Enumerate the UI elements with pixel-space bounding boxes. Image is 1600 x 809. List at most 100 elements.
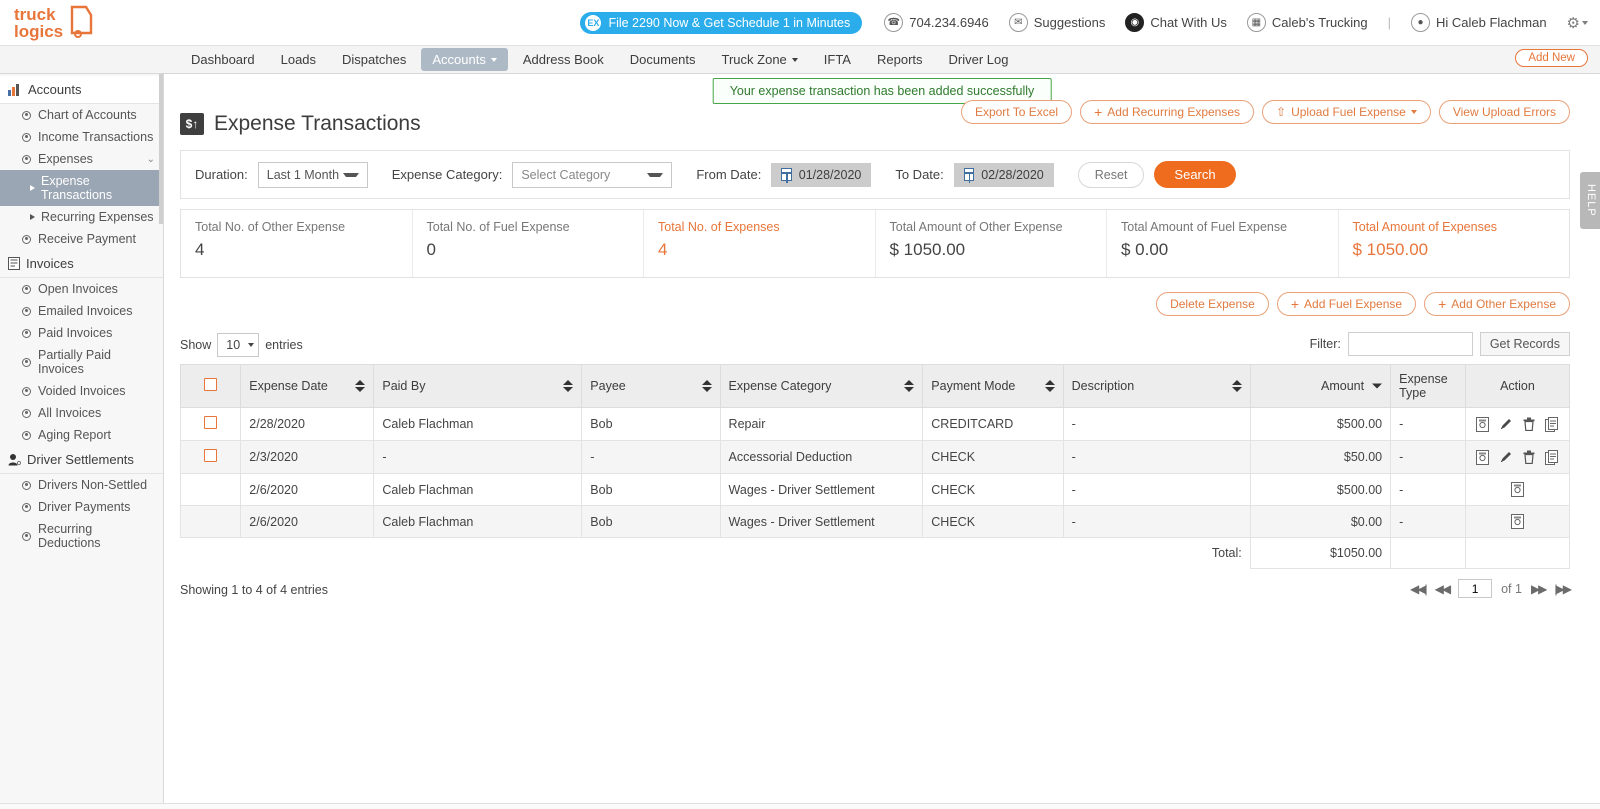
sidebar-item-expenses[interactable]: Expenses ⌄ [0,148,163,170]
from-date-input[interactable]: 01/28/2020 [771,162,872,187]
sidebar-item-expense-transactions[interactable]: Expense Transactions [0,170,163,206]
first-page-icon[interactable]: ◀◀| [1410,582,1428,596]
get-records-button[interactable]: Get Records [1479,332,1570,356]
prev-page-icon[interactable]: ◀◀ [1435,582,1452,596]
company-link[interactable]: ▦ Caleb's Trucking [1246,13,1368,32]
sidebar-item-income-transactions[interactable]: Income Transactions [0,126,163,148]
nav-item-dispatches[interactable]: Dispatches [331,48,417,71]
row-checkbox[interactable] [204,449,218,462]
sidebar-item-receive-payment[interactable]: Receive Payment [0,228,163,250]
sidebar-item-recurring-expenses[interactable]: Recurring Expenses [0,206,163,228]
suggestions-link[interactable]: ✉ Suggestions [1008,13,1105,32]
settings-menu[interactable]: ⚙ [1567,14,1588,32]
nav-item-reports[interactable]: Reports [866,48,934,71]
table-row[interactable]: 2/3/2020 - - Accessorial Deduction CHECK… [179,440,1571,474]
sidebar-group-driver-settlements[interactable]: Driver Settlements [0,446,163,474]
col-description[interactable]: Description [1062,364,1251,408]
sidebar-item-voided-invoices[interactable]: Voided Invoices [0,380,163,402]
export-to-excel-button[interactable]: Export To Excel [960,100,1073,124]
nav-item-loads[interactable]: Loads [270,48,327,71]
cell-expense-type: - [1390,407,1466,441]
next-page-icon[interactable]: ▶▶ [1531,582,1548,596]
receipt-icon[interactable] [1476,416,1490,432]
sidebar-item-label: All Invoices [38,406,102,420]
sidebar-item-emailed-invoices[interactable]: Emailed Invoices [0,300,163,322]
nav-item-driver-log[interactable]: Driver Log [938,48,1020,71]
last-page-icon[interactable]: |▶▶ [1554,582,1572,596]
add-new-button[interactable]: Add New [1515,49,1588,67]
help-tab[interactable]: HELP [1580,172,1600,229]
receipt-icon[interactable] [1476,449,1490,465]
sidebar-group-invoices[interactable]: Invoices [0,250,163,278]
sidebar-item-drivers-non-settled[interactable]: Drivers Non-Settled [0,474,163,496]
sidebar-item-driver-payments[interactable]: Driver Payments [0,496,163,518]
cell-payment-mode: CREDITCARD [922,407,1064,441]
col-expense-category[interactable]: Expense Category [719,364,924,408]
select-all-checkbox[interactable] [204,378,218,391]
add-fuel-expense-button[interactable]: + Add Fuel Expense [1276,292,1417,316]
bullet-icon [22,502,31,512]
table-body: 2/28/2020 Caleb Flachman Bob Repair CRED… [179,407,1571,569]
duration-select[interactable]: Last 1 Month [257,161,368,188]
sidebar-item-aging-report[interactable]: Aging Report [0,424,163,446]
nav-item-accounts[interactable]: Accounts [421,48,508,71]
col-amount[interactable]: Amount [1249,364,1392,408]
nav-item-truck-zone[interactable]: Truck Zone [711,48,809,71]
user-menu[interactable]: ● Hi Caleb Flachman [1411,13,1547,32]
row-select-cell[interactable] [179,440,242,474]
sidebar-item-all-invoices[interactable]: All Invoices [0,402,163,424]
calendar-icon [781,168,792,183]
copy-icon[interactable] [1545,416,1559,432]
nav-item-documents[interactable]: Documents [619,48,707,71]
chart-bar-icon [8,83,19,96]
view-upload-errors-button[interactable]: View Upload Errors [1438,100,1570,124]
nav-item-dashboard[interactable]: Dashboard [180,48,266,71]
brand-logo[interactable]: truck logics [12,3,132,43]
col-expense-date[interactable]: Expense Date [240,364,375,408]
edit-icon[interactable] [1499,450,1513,464]
delete-icon[interactable] [1523,417,1535,431]
page-number-input[interactable] [1458,579,1493,598]
row-checkbox[interactable] [204,416,218,429]
col-payment-mode[interactable]: Payment Mode [922,364,1064,408]
filter-input[interactable] [1347,332,1473,356]
col-select-all[interactable] [179,364,242,408]
row-select-cell [179,473,242,506]
copy-icon[interactable] [1545,449,1559,465]
sidebar-item-label: Drivers Non-Settled [38,478,148,492]
col-paid-by[interactable]: Paid By [373,364,583,408]
cell-description: - [1062,407,1251,441]
receipt-icon[interactable] [1510,514,1524,529]
nav-item-ifta[interactable]: IFTA [813,48,862,71]
sidebar-item-paid-invoices[interactable]: Paid Invoices [0,322,163,344]
sidebar-group-accounts[interactable]: Accounts [0,76,163,104]
receipt-icon[interactable] [1510,482,1524,497]
table-row[interactable]: 2/28/2020 Caleb Flachman Bob Repair CRED… [179,407,1571,441]
chat-link[interactable]: ◉ Chat With Us [1125,13,1227,32]
col-payee[interactable]: Payee [581,364,721,408]
table-row[interactable]: 2/6/2020 Caleb Flachman Bob Wages - Driv… [179,505,1571,538]
reset-button[interactable]: Reset [1077,161,1145,188]
file-2290-cta[interactable]: EX File 2290 Now & Get Schedule 1 in Min… [580,11,863,34]
cell-payee: - [581,440,721,474]
expense-category-select[interactable]: Select Category [512,161,673,188]
nav-item-address-book[interactable]: Address Book [512,48,615,71]
table-row[interactable]: 2/6/2020 Caleb Flachman Bob Wages - Driv… [179,473,1571,506]
to-date-input[interactable]: 02/28/2020 [953,162,1054,187]
company-name: Caleb's Trucking [1271,15,1368,30]
chevron-down-icon [1582,20,1588,25]
edit-icon[interactable] [1499,417,1513,431]
phone-link[interactable]: ☎ 704.234.6946 [884,13,989,32]
delete-icon[interactable] [1523,450,1535,464]
sidebar-item-partially-paid-invoices[interactable]: Partially Paid Invoices [0,344,163,380]
delete-expense-button[interactable]: Delete Expense [1156,292,1269,316]
search-button[interactable]: Search [1154,161,1236,188]
sidebar-item-chart-of-accounts[interactable]: Chart of Accounts [0,104,163,126]
entries-per-page-select[interactable]: 10 [217,333,260,357]
upload-fuel-expense-button[interactable]: ⇧ Upload Fuel Expense [1262,100,1431,124]
row-select-cell[interactable] [179,407,242,441]
add-recurring-expenses-button[interactable]: + Add Recurring Expenses [1080,100,1255,124]
sidebar-item-open-invoices[interactable]: Open Invoices [0,278,163,300]
sidebar-item-recurring-deductions[interactable]: Recurring Deductions [0,518,163,554]
add-other-expense-button[interactable]: + Add Other Expense [1424,292,1570,316]
